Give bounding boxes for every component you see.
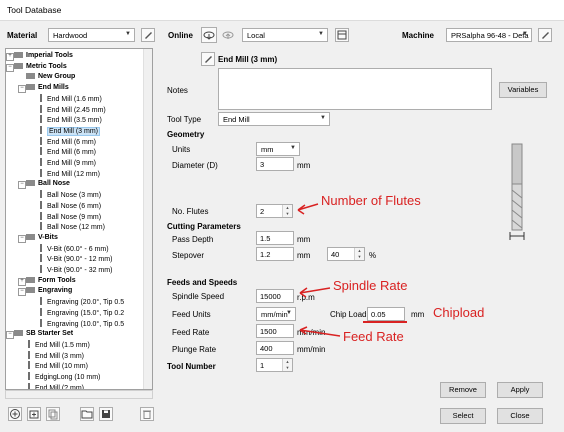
flutes-arrow xyxy=(297,203,319,215)
spindle-arrow xyxy=(299,287,331,298)
chipload-underline xyxy=(363,321,407,323)
annotation-spindle: Spindle Rate xyxy=(333,278,408,293)
annotation-arrows xyxy=(297,203,341,337)
feed-arrow xyxy=(299,326,341,337)
annotation-chipload: Chipload xyxy=(433,305,485,320)
annotation-feed: Feed Rate xyxy=(343,329,404,344)
annotation-flutes: Number of Flutes xyxy=(321,193,421,208)
